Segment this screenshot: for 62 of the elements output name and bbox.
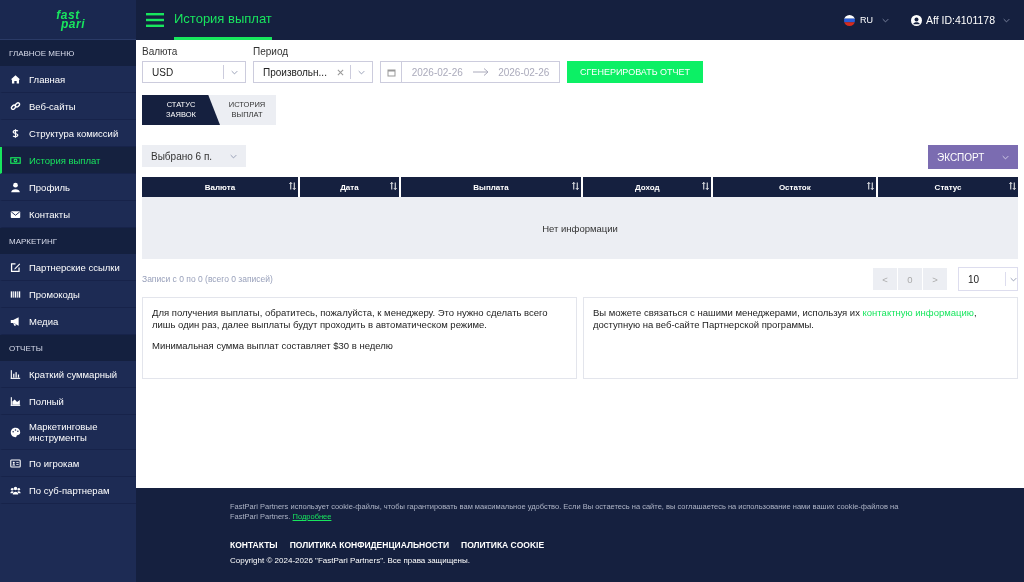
megaphone-icon bbox=[10, 315, 21, 327]
column-header[interactable]: Дата bbox=[299, 177, 399, 197]
link-icon bbox=[10, 100, 21, 112]
column-header[interactable]: Доход bbox=[583, 177, 712, 197]
sort-icon[interactable] bbox=[867, 181, 875, 191]
sort-icon[interactable] bbox=[288, 181, 296, 191]
note-text: Минимальная сумма выплат составляет $30 в неделю bbox=[152, 340, 394, 352]
footer-link[interactable]: КОНТАКТЫ bbox=[230, 540, 278, 550]
empty-message: Нет информации bbox=[142, 197, 1018, 259]
chevron-down-icon bbox=[1003, 17, 1010, 23]
banknote-icon bbox=[10, 154, 21, 166]
period-select[interactable]: Произвольн... bbox=[253, 61, 373, 83]
dollar-icon bbox=[10, 127, 21, 139]
home-icon bbox=[10, 73, 21, 85]
users-icon bbox=[10, 484, 21, 496]
chevron-down-icon bbox=[230, 153, 238, 159]
section-title: МАРКЕТИНГ bbox=[0, 228, 136, 254]
envelope-icon bbox=[10, 208, 21, 220]
footer-link[interactable]: ПОЛИТИКА КОНФИДЕНЦИАЛЬНОСТИ bbox=[289, 540, 449, 550]
field-label: Период bbox=[253, 46, 290, 57]
user-icon bbox=[910, 14, 922, 26]
calendar-icon bbox=[386, 67, 396, 77]
copyright: Copyright © 2024-2026 "FastPari Partners". Все права защищены. bbox=[230, 556, 471, 565]
menu-icon[interactable] bbox=[146, 13, 164, 27]
field-label: Валюта bbox=[142, 46, 179, 57]
column-header[interactable]: Выплата bbox=[400, 177, 582, 197]
chevron-down-icon bbox=[358, 69, 365, 75]
barcode-icon bbox=[10, 288, 21, 300]
footer-link[interactable]: ПОЛИТИКА COOKIE bbox=[461, 540, 545, 550]
sort-icon[interactable] bbox=[389, 181, 397, 191]
page-size-select[interactable]: 10 bbox=[958, 267, 1018, 291]
section-title: ОТЧЕТЫ bbox=[0, 335, 136, 361]
edit-icon bbox=[10, 261, 21, 273]
user-icon bbox=[10, 181, 21, 193]
chevron-down-icon bbox=[231, 69, 238, 75]
language-selector[interactable]: RU bbox=[843, 14, 889, 26]
section-title: ГЛАВНОЕ МЕНЮ bbox=[0, 40, 136, 66]
sidebar-item[interactable]: История выплат bbox=[0, 147, 136, 174]
records-info: Записи с 0 по 0 (всего 0 записей) bbox=[142, 274, 273, 284]
export-button[interactable]: ЭКСПОРТ bbox=[928, 145, 1018, 169]
chevron-down-icon bbox=[1002, 154, 1009, 160]
bar-chart-icon bbox=[10, 368, 21, 380]
column-header[interactable]: Остаток bbox=[713, 177, 877, 197]
note-text: Вы можете связаться с нашими менеджерами, используя их контактную информацию, доступную на веб-сайте Партнерской программы. bbox=[593, 307, 978, 331]
currency-select[interactable]: USD bbox=[142, 61, 246, 83]
clear-icon[interactable] bbox=[337, 68, 344, 76]
arrow-icon bbox=[472, 68, 489, 76]
chevron-down-icon bbox=[881, 17, 889, 23]
sort-icon[interactable] bbox=[702, 181, 710, 191]
sort-icon[interactable] bbox=[1009, 181, 1016, 191]
flag-icon bbox=[843, 14, 855, 26]
chevron-down-icon bbox=[1010, 276, 1017, 282]
columns-dropdown[interactable]: Выбрано 6 п. bbox=[142, 145, 247, 167]
sort-icon[interactable] bbox=[572, 181, 580, 191]
column-header[interactable]: Статус bbox=[878, 177, 1018, 197]
area-chart-icon bbox=[10, 395, 21, 407]
logo[interactable]: fast pari bbox=[0, 0, 136, 40]
palette-icon bbox=[10, 426, 21, 438]
note-text: Для получения выплаты, обратитесь, пожалуйста, к менеджеру. Это нужно сделать всего лишь один раз, далее выплаты будут проходить в автоматическом режиме. bbox=[152, 307, 549, 331]
column-header[interactable]: Валюта bbox=[142, 177, 298, 197]
id-card-icon bbox=[10, 457, 21, 469]
account-menu[interactable]: Aff ID:4101178 bbox=[910, 14, 1010, 26]
